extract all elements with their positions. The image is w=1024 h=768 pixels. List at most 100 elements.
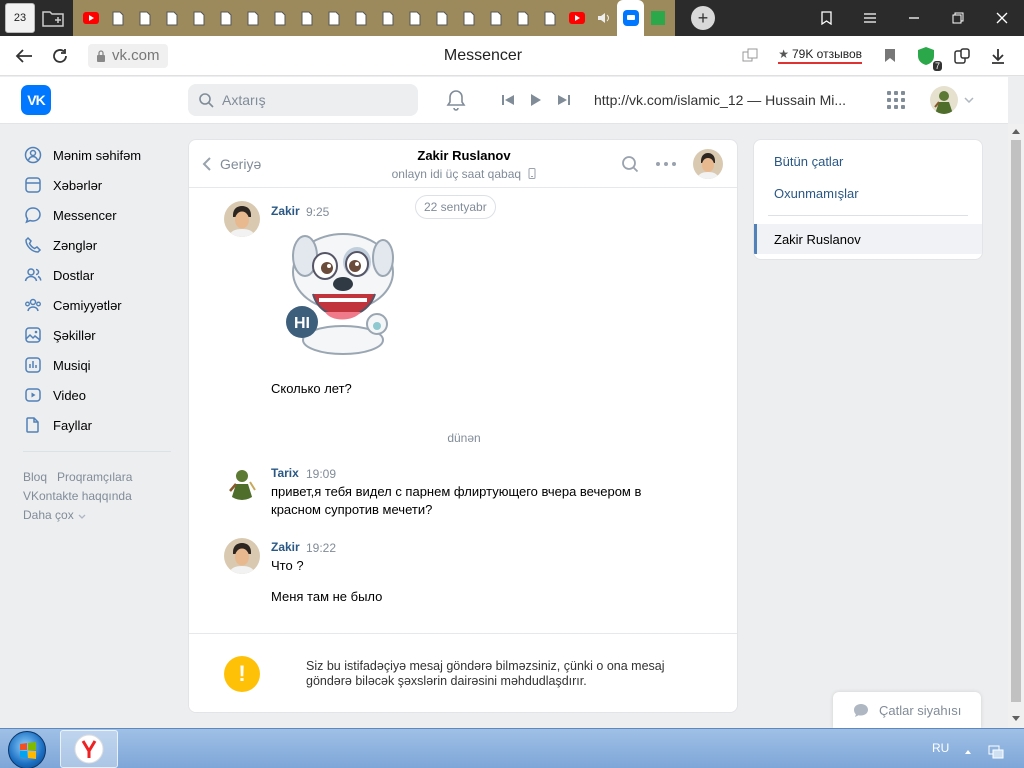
minimize-icon[interactable] bbox=[892, 0, 936, 36]
footer-links: Bloq Proqramçılara VKontakte haqqında Dah… bbox=[23, 468, 173, 525]
nav-item-files[interactable]: Fayllar bbox=[23, 410, 173, 440]
message-author[interactable]: Tarix bbox=[271, 466, 299, 480]
music-icon bbox=[23, 355, 43, 375]
reviews-badge[interactable]: ★ 79K отзывов bbox=[778, 47, 862, 64]
more-options-icon[interactable] bbox=[651, 149, 681, 179]
restore-icon[interactable] bbox=[936, 0, 980, 36]
page-tab[interactable] bbox=[158, 0, 185, 36]
message-avatar[interactable] bbox=[224, 464, 260, 500]
bookmark-icon[interactable] bbox=[872, 38, 908, 74]
protect-shield-icon[interactable]: 7 bbox=[908, 38, 944, 74]
notifications-bell-icon[interactable] bbox=[444, 88, 468, 112]
play-icon[interactable] bbox=[522, 86, 550, 114]
tab-counter-button[interactable]: 23 bbox=[5, 3, 35, 33]
youtube-tab[interactable] bbox=[563, 0, 590, 36]
audio-tab[interactable] bbox=[590, 0, 617, 36]
back-arrow-icon[interactable] bbox=[6, 38, 42, 74]
page-tab[interactable] bbox=[212, 0, 239, 36]
chevron-down-icon bbox=[78, 514, 86, 519]
start-button[interactable] bbox=[8, 731, 46, 768]
page-tab[interactable] bbox=[239, 0, 266, 36]
page-tab[interactable] bbox=[320, 0, 347, 36]
network-icon[interactable] bbox=[988, 745, 1004, 759]
page-icon bbox=[139, 11, 150, 25]
back-button[interactable]: Geriyə bbox=[202, 156, 261, 172]
page-tab[interactable] bbox=[509, 0, 536, 36]
blog-link[interactable]: Bloq bbox=[23, 470, 47, 484]
youtube-tab[interactable] bbox=[77, 0, 104, 36]
message-author[interactable]: Zakir bbox=[271, 204, 300, 218]
page-tab[interactable] bbox=[401, 0, 428, 36]
page-tab[interactable] bbox=[374, 0, 401, 36]
vk-logo[interactable]: VK bbox=[21, 85, 51, 115]
page-tab[interactable] bbox=[482, 0, 509, 36]
download-icon[interactable] bbox=[980, 38, 1016, 74]
message-avatar[interactable] bbox=[224, 538, 260, 574]
language-indicator[interactable]: RU bbox=[932, 741, 949, 755]
developers-link[interactable]: Proqramçılara bbox=[57, 470, 132, 484]
translate-icon[interactable] bbox=[732, 38, 768, 74]
filter-all-chats[interactable]: Bütün çatlar bbox=[774, 154, 843, 169]
speaker-icon bbox=[597, 13, 609, 23]
page-scrollbar[interactable] bbox=[1008, 124, 1024, 728]
search-input[interactable] bbox=[222, 92, 402, 108]
chevron-down-icon[interactable] bbox=[964, 97, 974, 103]
system-tray bbox=[964, 743, 1004, 759]
reload-icon[interactable] bbox=[42, 38, 78, 74]
message-text: привет,я тебя видел с парнем флиртующего… bbox=[271, 484, 642, 499]
peer-avatar[interactable] bbox=[693, 148, 723, 179]
url-field[interactable]: vk.com bbox=[88, 43, 168, 68]
message-bubble-icon bbox=[23, 205, 43, 225]
user-avatar[interactable] bbox=[930, 86, 958, 114]
green-tab[interactable] bbox=[644, 0, 671, 36]
new-tab-group-icon[interactable] bbox=[39, 4, 67, 32]
menu-icon[interactable] bbox=[848, 0, 892, 36]
nav-item-video[interactable]: Video bbox=[23, 380, 173, 410]
chats-list-button[interactable]: Çatlar siyahısı bbox=[833, 692, 981, 728]
page-tab[interactable] bbox=[266, 0, 293, 36]
scroll-up-arrow[interactable] bbox=[1012, 129, 1020, 134]
page-tab[interactable] bbox=[536, 0, 563, 36]
chat-search-icon[interactable] bbox=[615, 149, 645, 179]
page-tab[interactable] bbox=[293, 0, 320, 36]
page-icon bbox=[220, 11, 231, 25]
message-avatar[interactable] bbox=[224, 201, 260, 237]
active-chat-item[interactable]: Zakir Ruslanov bbox=[754, 224, 982, 254]
nav-item-my-page[interactable]: Mənim səhifəm bbox=[23, 140, 173, 170]
page-tab[interactable] bbox=[428, 0, 455, 36]
chat-header: Geriyə Zakir Ruslanov onlayn idi üç saat… bbox=[189, 140, 737, 188]
more-link[interactable]: Daha çox bbox=[23, 508, 86, 522]
nav-item-music[interactable]: Musiqi bbox=[23, 350, 173, 380]
page-tab[interactable] bbox=[104, 0, 131, 36]
tray-expand-icon[interactable] bbox=[964, 749, 972, 755]
previous-track-icon[interactable] bbox=[494, 86, 522, 114]
page-tab[interactable] bbox=[131, 0, 158, 36]
now-playing-track[interactable]: http://vk.com/islamic_12 — Hussain Mi... bbox=[594, 92, 850, 108]
scrollbar-thumb[interactable] bbox=[1011, 140, 1021, 702]
mobile-phone-icon bbox=[528, 168, 536, 179]
new-tab-button[interactable]: + bbox=[691, 6, 715, 30]
page-tab[interactable] bbox=[347, 0, 374, 36]
nav-item-news[interactable]: Xəbərlər bbox=[23, 170, 173, 200]
chat-filters-panel: Bütün çatlar Oxunmamışlar Zakir Ruslanov bbox=[753, 139, 983, 260]
extensions-icon[interactable] bbox=[944, 38, 980, 74]
collections-icon[interactable] bbox=[804, 0, 848, 36]
filter-unread[interactable]: Oxunmamışlar bbox=[774, 186, 859, 201]
close-window-icon[interactable] bbox=[980, 0, 1024, 36]
page-tab[interactable] bbox=[185, 0, 212, 36]
taskbar-yandex-browser[interactable] bbox=[60, 730, 118, 768]
search-box[interactable] bbox=[188, 84, 418, 116]
apps-grid-icon[interactable] bbox=[884, 88, 908, 112]
nav-item-calls[interactable]: Zənglər bbox=[23, 230, 173, 260]
message-author[interactable]: Zakir bbox=[271, 540, 300, 554]
about-link[interactable]: VKontakte haqqında bbox=[23, 489, 132, 503]
youtube-icon bbox=[82, 12, 99, 24]
messenger-tab-active[interactable] bbox=[617, 0, 644, 36]
scroll-down-arrow[interactable] bbox=[1012, 716, 1020, 721]
nav-item-photos[interactable]: Şəkillər bbox=[23, 320, 173, 350]
nav-item-communities[interactable]: Cəmiyyətlər bbox=[23, 290, 173, 320]
nav-item-friends[interactable]: Dostlar bbox=[23, 260, 173, 290]
nav-item-messenger[interactable]: Messencer bbox=[23, 200, 173, 230]
page-tab[interactable] bbox=[455, 0, 482, 36]
next-track-icon[interactable] bbox=[550, 86, 578, 114]
